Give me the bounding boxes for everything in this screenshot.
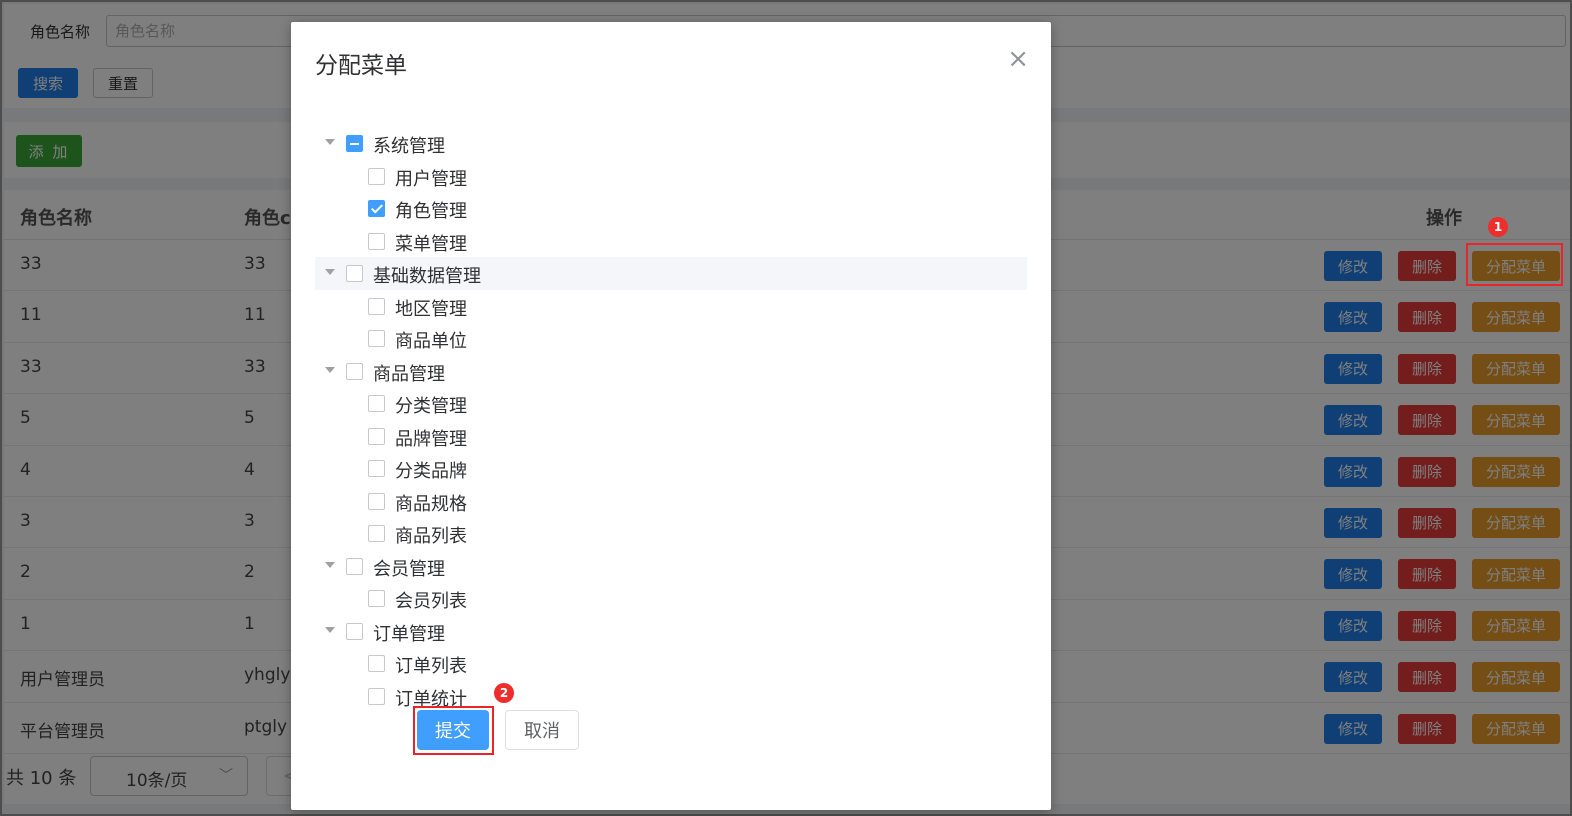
tree-node[interactable]: 会员列表 [315, 582, 1027, 615]
tree-node[interactable]: 系统管理 [315, 127, 1027, 160]
tree-node[interactable]: 商品列表 [315, 517, 1027, 550]
tree-node[interactable]: 用户管理 [315, 160, 1027, 193]
tree-checkbox[interactable] [368, 492, 385, 510]
tree-node-label: 分类管理 [395, 396, 467, 417]
tree-checkbox[interactable] [368, 167, 385, 185]
menu-tree: 系统管理用户管理角色管理菜单管理基础数据管理地区管理商品单位商品管理分类管理品牌… [315, 127, 1027, 712]
tree-node[interactable]: 分类管理 [315, 387, 1027, 420]
tree-node-label: 菜单管理 [395, 233, 467, 255]
tree-node[interactable]: 商品单位 [315, 322, 1027, 355]
tree-node-label: 系统管理 [373, 136, 445, 157]
tree-node-label: 会员列表 [395, 591, 467, 612]
tree-node[interactable]: 品牌管理 [315, 420, 1027, 453]
highlight-submit-button [413, 706, 494, 755]
tree-checkbox[interactable] [368, 655, 385, 672]
tree-node[interactable]: 订单管理 [315, 615, 1027, 648]
tree-checkbox[interactable] [368, 427, 385, 445]
tree-node-label: 商品列表 [395, 526, 467, 547]
tree-node[interactable]: 角色管理 [315, 192, 1027, 225]
dialog-title: 分配菜单 [315, 53, 407, 79]
tree-node-label: 用户管理 [395, 168, 467, 190]
tree-node-label: 订单管理 [373, 623, 445, 645]
tree-node-label: 基础数据管理 [373, 266, 481, 287]
tree-node-label: 订单列表 [395, 656, 467, 677]
tree-node[interactable]: 商品规格 [315, 485, 1027, 518]
caret-down-icon[interactable] [325, 366, 335, 373]
tree-node[interactable]: 菜单管理 [315, 225, 1027, 258]
step-badge-1: 1 [1488, 217, 1508, 237]
tree-node-label: 商品规格 [395, 493, 467, 515]
tree-node-label: 商品管理 [373, 363, 445, 385]
caret-down-icon[interactable] [325, 139, 335, 145]
highlight-assign-menu-button [1466, 243, 1563, 286]
tree-checkbox[interactable] [368, 330, 385, 347]
caret-down-icon[interactable] [325, 626, 335, 633]
tree-checkbox[interactable] [368, 590, 385, 607]
tree-checkbox[interactable] [346, 135, 363, 152]
tree-node[interactable]: 基础数据管理 [315, 257, 1027, 290]
tree-node-label: 商品单位 [395, 331, 467, 352]
tree-node[interactable]: 商品管理 [315, 355, 1027, 388]
caret-down-icon[interactable] [325, 269, 335, 275]
tree-checkbox[interactable] [346, 362, 363, 380]
tree-node[interactable]: 分类品牌 [315, 452, 1027, 485]
tree-node-label: 地区管理 [395, 298, 467, 320]
tree-node-label: 分类品牌 [395, 461, 467, 482]
tree-checkbox[interactable] [368, 232, 385, 250]
tree-node[interactable]: 会员管理 [315, 550, 1027, 583]
tree-checkbox[interactable] [368, 200, 385, 217]
step-badge-2: 2 [494, 683, 514, 703]
caret-down-icon[interactable] [325, 561, 335, 568]
tree-checkbox[interactable] [346, 557, 363, 575]
tree-node-label: 会员管理 [373, 558, 445, 580]
tree-checkbox[interactable] [368, 297, 385, 315]
tree-node-label: 品牌管理 [395, 428, 467, 450]
tree-node[interactable]: 地区管理 [315, 290, 1027, 323]
tree-node[interactable]: 订单列表 [315, 647, 1027, 680]
tree-checkbox[interactable] [368, 395, 385, 412]
cancel-button[interactable]: 取消 [505, 710, 579, 750]
assign-menu-dialog: 分配菜单 × 系统管理用户管理角色管理菜单管理基础数据管理地区管理商品单位商品管… [291, 22, 1051, 810]
tree-checkbox[interactable] [368, 460, 385, 477]
tree-checkbox[interactable] [346, 265, 363, 282]
tree-checkbox[interactable] [368, 687, 385, 705]
tree-checkbox[interactable] [368, 525, 385, 542]
tree-checkbox[interactable] [346, 622, 363, 640]
close-icon[interactable]: × [1007, 46, 1029, 72]
tree-node-label: 角色管理 [395, 201, 467, 222]
